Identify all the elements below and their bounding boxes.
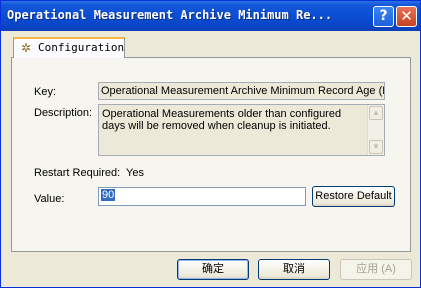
key-label: Key:	[34, 86, 57, 98]
key-value: Operational Measurement Archive Minimum …	[101, 85, 385, 97]
restore-default-label: Restore Default	[315, 190, 392, 202]
scroll-up-icon[interactable]: ▲	[369, 106, 383, 120]
ok-button[interactable]: 确定	[177, 259, 249, 280]
restart-required-value: Yes	[126, 167, 144, 179]
apply-label: 应用	[356, 263, 379, 275]
description-scrollbar[interactable]: ▲ ▼	[367, 105, 384, 155]
scroll-down-icon[interactable]: ▼	[369, 140, 383, 154]
apply-button[interactable]: 应用 (A)	[340, 259, 412, 280]
restart-required-label: Restart Required:	[34, 167, 121, 179]
value-label: Value:	[34, 193, 65, 205]
description-label: Description:	[34, 107, 93, 119]
ok-label: 确定	[202, 263, 224, 275]
close-icon: ✕	[400, 7, 413, 25]
tab-configuration[interactable]: ✲ Configuration	[13, 37, 125, 58]
cancel-button[interactable]: 取消	[258, 259, 330, 280]
help-button[interactable]: ?	[373, 6, 394, 27]
cancel-label: 取消	[283, 263, 305, 275]
value-text: 90	[101, 189, 116, 201]
restore-default-button[interactable]: Restore Default	[312, 186, 395, 207]
dialog-window: Operational Measurement Archive Minimum …	[0, 0, 421, 288]
help-icon: ?	[379, 8, 388, 24]
close-button[interactable]: ✕	[396, 6, 417, 27]
apply-accelerator: (A)	[381, 263, 396, 275]
value-input[interactable]: 90	[98, 187, 306, 206]
key-field[interactable]: Operational Measurement Archive Minimum …	[98, 82, 385, 100]
gear-icon: ✲	[20, 41, 32, 55]
title-bar[interactable]: Operational Measurement Archive Minimum …	[1, 1, 420, 31]
tab-label: Configuration	[38, 41, 125, 54]
description-value: Operational Measurements older than conf…	[102, 108, 342, 132]
window-title: Operational Measurement Archive Minimum …	[7, 8, 333, 22]
description-field[interactable]: Operational Measurements older than conf…	[98, 104, 385, 156]
